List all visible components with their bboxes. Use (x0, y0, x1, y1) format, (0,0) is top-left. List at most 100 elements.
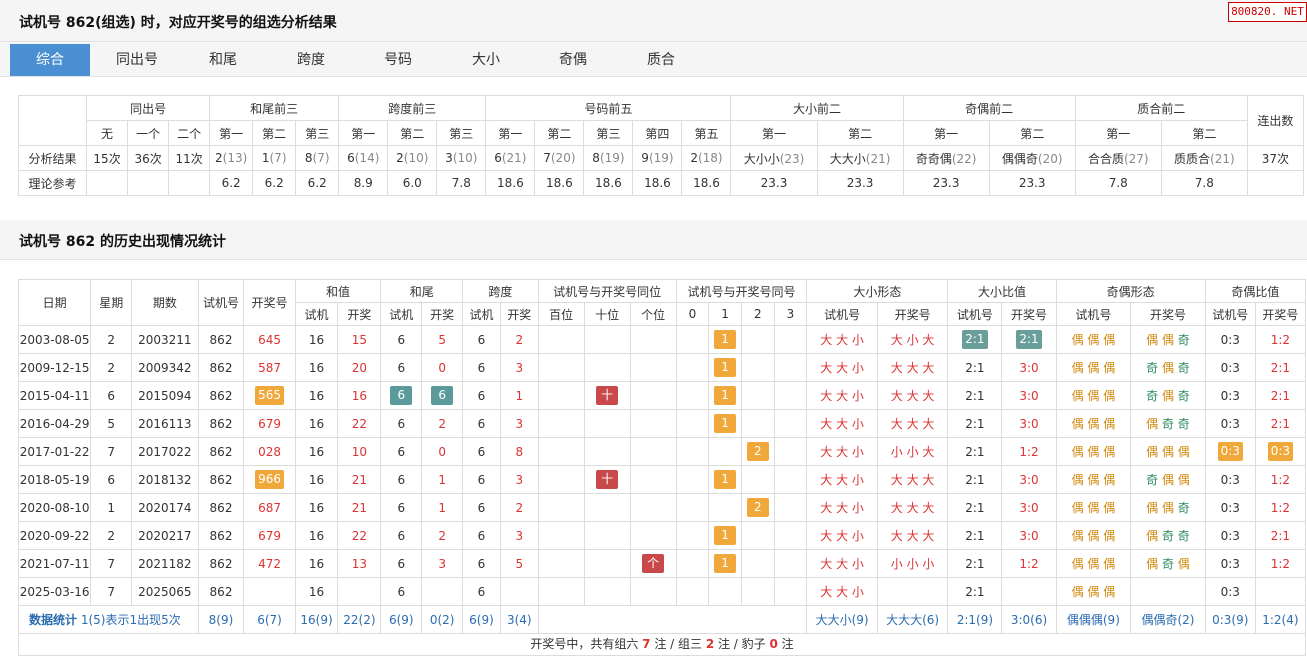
result-value: 6 (347, 151, 355, 165)
sub-header: 开奖 (499, 302, 539, 326)
issue-cell: 2015094 (131, 381, 199, 410)
result-cell: 2(18) (681, 145, 732, 171)
draw-number-cell: 472 (243, 549, 296, 578)
column-header: 奇偶形态 (1055, 279, 1206, 303)
date-cell: 2003-08-05 (17, 325, 92, 354)
parity-ratio-draw-cell: 2:1 (1254, 521, 1307, 550)
size-form-test-cell: 大 大 小 (806, 353, 878, 382)
result-cell: 37次 (1246, 145, 1305, 171)
tab-4[interactable]: 号码 (358, 44, 438, 76)
parity-form-test-cell: 偶 偶 偶 (1055, 493, 1132, 522)
summary-table: 同出号 和尾前三 跨度前三 号码前五 大小前二 奇偶前二 质合前二 连出数无一个 二个 第一 第二第… (17, 95, 1305, 196)
weekday-cell: 7 (90, 437, 133, 466)
result-count: (10) (403, 151, 429, 165)
size-ratio-test-cell: 2:1 (947, 493, 1003, 522)
parity-ratio-draw-cell: 2:1 (1254, 353, 1307, 382)
result-count: (23) (779, 151, 805, 166)
test-number-cell: 862 (197, 577, 245, 606)
sub-header: 十位 (583, 302, 631, 326)
tail-test-cell: 6 (380, 577, 423, 606)
tab-0[interactable]: 综合 (10, 44, 90, 76)
parity-ratio-test-box: 0:3 (1217, 442, 1243, 461)
tab-6[interactable]: 奇偶 (533, 44, 613, 76)
parity-char: 偶 (1161, 445, 1174, 459)
column-header: 奇偶比值 (1204, 279, 1307, 303)
table-row: 2020-09-22 2 2020217 862 679 16 22 6 2 6 3 1 大 大 小大 … (17, 521, 1307, 550)
sub-header: 第三 (436, 120, 487, 146)
sum-test-cell: 16 (294, 465, 339, 494)
result-count: (14) (354, 151, 380, 165)
tab-7[interactable]: 质合 (621, 44, 701, 76)
same-number-cell (740, 409, 775, 438)
sub-header: 开奖 (337, 302, 382, 326)
same-position-cell (583, 521, 631, 550)
sum-test-cell: 16 (294, 577, 339, 606)
reference-cell: 18.6 (632, 170, 683, 196)
tail-draw-cell: 0 (421, 437, 464, 466)
weekday-cell: 7 (90, 577, 133, 606)
same-position-cell (629, 325, 677, 354)
result-cell: 大大小(21) (816, 145, 904, 171)
same-number-cell (675, 493, 710, 522)
sub-header: 第三 (583, 120, 634, 146)
parity-char: 奇 (1146, 473, 1159, 487)
size-ratio-draw-cell (1001, 577, 1057, 606)
result-value: 大大小 (829, 151, 866, 166)
result-value: 偶偶奇 (1001, 151, 1038, 166)
result-value: 6 (494, 151, 502, 165)
same-number-cell (675, 353, 710, 382)
parity-form-test-cell: 偶 偶 偶 (1055, 465, 1132, 494)
result-count: (21) (501, 151, 527, 165)
sum-draw-cell: 20 (337, 353, 382, 382)
stats-cell: 6(9) (462, 605, 501, 634)
row-label: 分析结果 (17, 145, 88, 171)
same-number-cell (675, 521, 710, 550)
sub-header: 无 (86, 120, 129, 146)
sub-header: 第三 (295, 120, 340, 146)
same-position-cell: 个 (629, 549, 677, 578)
tail-draw-cell: 3 (421, 549, 464, 578)
same-number-cell (740, 325, 775, 354)
group-header: 号码前五 (485, 95, 732, 121)
same-number-cell: 1 (708, 381, 742, 410)
sub-header: 0 (675, 302, 710, 326)
tail-draw-box: 6 (431, 386, 454, 405)
tail-draw-cell: 1 (421, 465, 464, 494)
group-header: 大小前二 (730, 95, 904, 121)
date-cell: 2025-03-16 (17, 577, 92, 606)
span-draw-cell: 8 (499, 437, 539, 466)
size-ratio-test-box: 2:1 (962, 330, 988, 349)
reference-cell: 6.2 (295, 170, 340, 196)
tail-test-cell: 6 (380, 437, 423, 466)
reference-cell: 23.3 (816, 170, 904, 196)
tab-2[interactable]: 和尾 (183, 44, 263, 76)
parity-char: 偶 (1146, 333, 1159, 347)
draw-number-cell: 687 (243, 493, 296, 522)
stats-cell: 1:2(4) (1254, 605, 1307, 634)
parity-ratio-test-cell: 0:3 (1204, 465, 1256, 494)
reference-cell: 18.6 (485, 170, 536, 196)
same-number-mark: 1 (714, 470, 737, 489)
result-value: 奇奇偶 (915, 151, 952, 166)
table-row: 2018-05-19 6 2018132 862 966 16 21 6 1 6 3 十 1 大 大 小大… (17, 465, 1307, 494)
size-form-draw-cell: 大 大 大 (876, 381, 949, 410)
sub-header: 第一 (902, 120, 990, 146)
parity-ratio-test-cell: 0:3 (1204, 437, 1256, 466)
draw-number-cell: 028 (243, 437, 296, 466)
tab-3[interactable]: 跨度 (271, 44, 351, 76)
result-cell: 合合质(27) (1074, 145, 1162, 171)
tab-1[interactable]: 同出号 (97, 44, 177, 76)
parity-form-test-cell: 偶 偶 偶 (1055, 577, 1132, 606)
weekday-cell: 7 (90, 549, 133, 578)
issue-cell: 2020174 (131, 493, 199, 522)
table-row: 2016-04-29 5 2016113 862 679 16 22 6 2 6 3 1 大 大 小大 … (17, 409, 1307, 438)
tail-test-box: 6 (390, 386, 413, 405)
tab-5[interactable]: 大小 (446, 44, 526, 76)
date-cell: 2020-09-22 (17, 521, 92, 550)
sub-header: 第二 (1160, 120, 1248, 146)
weekday-cell: 2 (90, 353, 133, 382)
same-number-cell (740, 353, 775, 382)
sub-header: 第四 (632, 120, 683, 146)
tail-draw-cell: 2 (421, 409, 464, 438)
size-ratio-test-cell: 2:1 (947, 577, 1003, 606)
